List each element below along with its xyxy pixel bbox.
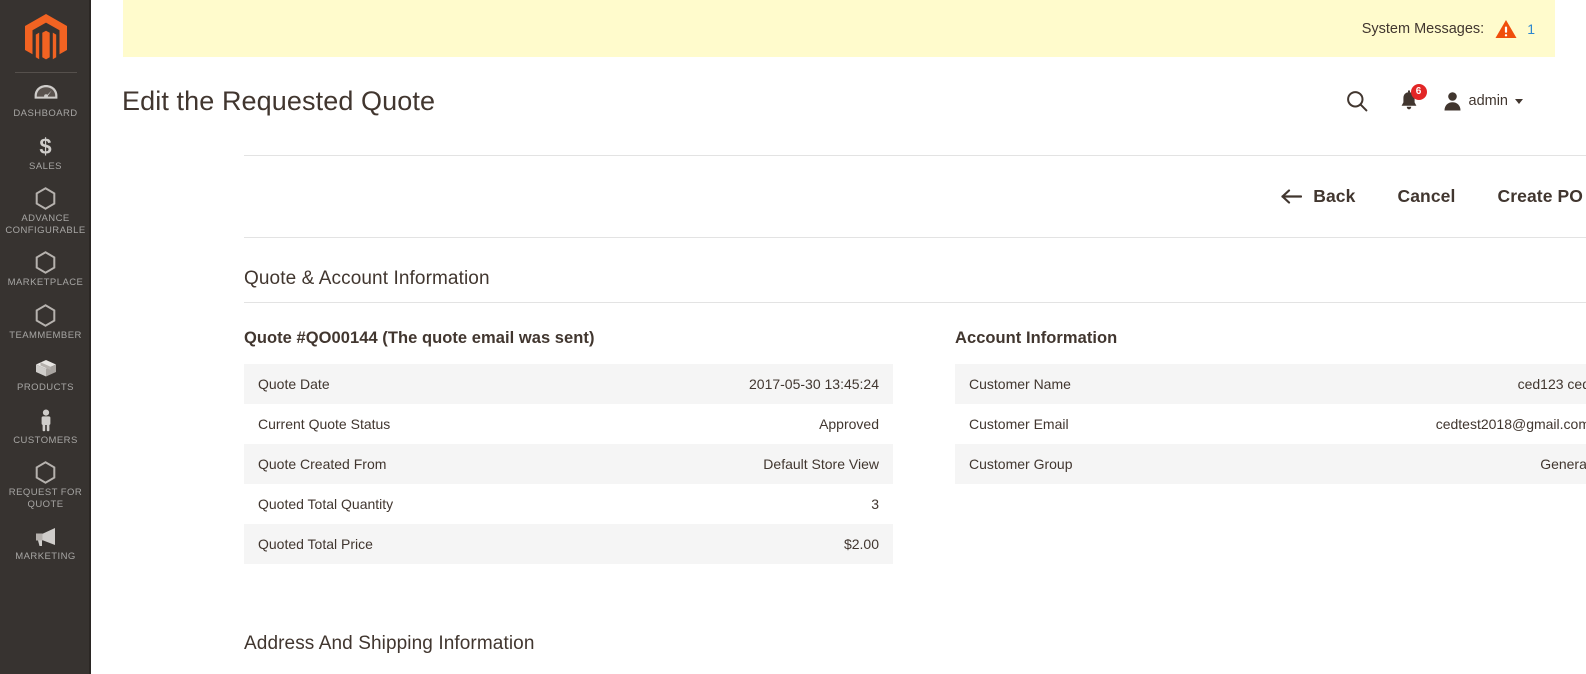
sidebar-item-label: Marketing bbox=[15, 551, 76, 562]
svg-text:$: $ bbox=[39, 135, 51, 158]
table-row: Current Quote Status Approved bbox=[244, 404, 893, 444]
table-row: Quoted Total Quantity 3 bbox=[244, 484, 893, 524]
row-label: Quote Created From bbox=[258, 456, 387, 472]
quote-info-title: Quote #QO00144 (The quote email was sent… bbox=[244, 329, 595, 347]
table-row: Quoted Total Price $2.00 bbox=[244, 524, 893, 564]
customer-name-link[interactable]: ced123 ced bbox=[1292, 364, 1586, 404]
cancel-button-label: Cancel bbox=[1397, 186, 1456, 206]
quote-info-table: Quote Date 2017-05-30 13:45:24 Current Q… bbox=[244, 364, 893, 564]
notifications-badge: 6 bbox=[1410, 84, 1427, 100]
table-row: Quote Date 2017-05-30 13:45:24 bbox=[244, 364, 893, 404]
sidebar-item-label: Request For Quote bbox=[8, 487, 83, 510]
address-shipping-section: Address And Shipping Information bbox=[244, 633, 1586, 667]
page-title: Edit the Requested Quote bbox=[122, 85, 436, 116]
magento-logo[interactable] bbox=[0, 10, 91, 66]
sidebar-item-label: Products bbox=[17, 382, 74, 393]
sidebar-item-marketplace[interactable]: Marketplace bbox=[0, 242, 91, 295]
box-icon bbox=[3, 356, 88, 379]
row-value: Default Store View bbox=[763, 456, 879, 472]
customer-email-link[interactable]: cedtest2018@gmail.com bbox=[1292, 404, 1586, 444]
sidebar-item-label: Advance Configurable bbox=[5, 213, 86, 236]
row-value: Approved bbox=[819, 416, 879, 432]
back-button[interactable]: Back bbox=[1260, 178, 1376, 215]
dashboard-gauge-icon bbox=[3, 82, 88, 105]
sidebar-item-marketing[interactable]: Marketing bbox=[0, 516, 91, 569]
header-tools: 6 admin bbox=[1331, 81, 1523, 121]
row-value: General bbox=[1540, 456, 1586, 472]
sidebar-item-label: Teammember bbox=[9, 329, 82, 341]
sidebar-item-teammember[interactable]: Teammember bbox=[0, 295, 91, 348]
search-icon bbox=[1346, 91, 1367, 112]
arrow-left-icon bbox=[1281, 189, 1303, 204]
system-messages-count[interactable]: 1 bbox=[1527, 21, 1535, 37]
quote-account-information-section: Quote & Account Information Quote #QO001… bbox=[244, 268, 1586, 564]
sidebar-item-dashboard[interactable]: Dashboard bbox=[0, 73, 91, 126]
search-button[interactable] bbox=[1331, 81, 1383, 121]
row-value: $2.00 bbox=[843, 536, 879, 552]
row-value: 2017-05-30 13:45:24 bbox=[749, 376, 879, 392]
admin-user-menu[interactable]: admin bbox=[1435, 91, 1523, 111]
page-actions-toolbar: Back Cancel Create PO bbox=[244, 155, 1586, 238]
account-info-table: Customer Name ced123 ced Customer Email … bbox=[955, 364, 1586, 484]
row-value: 3 bbox=[871, 496, 879, 512]
account-info-title: Account Information bbox=[955, 329, 1118, 347]
info-columns: Quote #QO00144 (The quote email was sent… bbox=[244, 329, 1586, 564]
back-button-label: Back bbox=[1313, 186, 1356, 206]
magento-admin-page: Dashboard $ Sales Advance Configurable bbox=[0, 0, 1586, 674]
section-heading: Address And Shipping Information bbox=[244, 633, 535, 654]
section-heading: Quote & Account Information bbox=[244, 268, 1586, 303]
sidebar-item-advance-configurable[interactable]: Advance Configurable bbox=[0, 178, 91, 242]
sidebar-item-label: Customers bbox=[13, 434, 78, 446]
row-label: Customer Group bbox=[969, 456, 1073, 472]
person-icon bbox=[3, 409, 88, 432]
dollar-sign-icon: $ bbox=[3, 135, 88, 158]
row-label: Customer Name bbox=[969, 376, 1071, 392]
quote-info-column: Quote #QO00144 (The quote email was sent… bbox=[244, 329, 893, 564]
user-avatar-icon bbox=[1444, 92, 1460, 111]
hexagon-icon bbox=[3, 251, 88, 274]
main-content: System Messages: 1 Edit the Requested Qu… bbox=[91, 0, 1586, 674]
admin-sidebar: Dashboard $ Sales Advance Configurable bbox=[0, 0, 91, 674]
row-label: Quoted Total Quantity bbox=[258, 496, 394, 512]
system-messages-label: System Messages: bbox=[1361, 20, 1485, 37]
sidebar-item-label: Dashboard bbox=[13, 108, 78, 119]
megaphone-icon bbox=[3, 525, 88, 548]
account-info-column: Account Information Customer Name ced123… bbox=[955, 329, 1586, 564]
sidebar-item-customers[interactable]: Customers bbox=[0, 400, 91, 453]
create-po-button[interactable]: Create PO bbox=[1476, 178, 1586, 215]
hexagon-icon bbox=[3, 187, 88, 210]
table-row: Quote Created From Default Store View bbox=[244, 444, 893, 484]
sidebar-item-label: Marketplace bbox=[7, 277, 84, 288]
page-header: Edit the Requested Quote 6 admin bbox=[91, 57, 1586, 145]
chevron-down-icon bbox=[1515, 98, 1523, 104]
cancel-button[interactable]: Cancel bbox=[1376, 178, 1476, 215]
row-label: Quoted Total Price bbox=[258, 536, 373, 552]
admin-user-name: admin bbox=[1468, 93, 1509, 109]
sidebar-item-request-for-quote[interactable]: Request For Quote bbox=[0, 452, 91, 516]
system-messages-bar: System Messages: 1 bbox=[123, 0, 1555, 57]
sidebar-item-label: Sales bbox=[29, 160, 62, 172]
sidebar-item-sales[interactable]: $ Sales bbox=[0, 126, 91, 179]
magento-logo-icon bbox=[24, 14, 67, 60]
warning-triangle-icon[interactable] bbox=[1495, 19, 1517, 39]
row-label: Customer Email bbox=[969, 416, 1069, 432]
row-label: Quote Date bbox=[258, 376, 330, 392]
table-row: Customer Email cedtest2018@gmail.com bbox=[955, 404, 1586, 444]
notifications-button[interactable]: 6 bbox=[1383, 81, 1435, 121]
table-row: Customer Name ced123 ced bbox=[955, 364, 1586, 404]
table-row: Customer Group General bbox=[955, 444, 1586, 484]
create-po-button-label: Create PO bbox=[1497, 186, 1583, 206]
hexagon-icon bbox=[3, 303, 88, 327]
row-label: Current Quote Status bbox=[258, 416, 391, 432]
sidebar-item-products[interactable]: Products bbox=[0, 347, 91, 400]
hexagon-icon bbox=[3, 461, 88, 484]
